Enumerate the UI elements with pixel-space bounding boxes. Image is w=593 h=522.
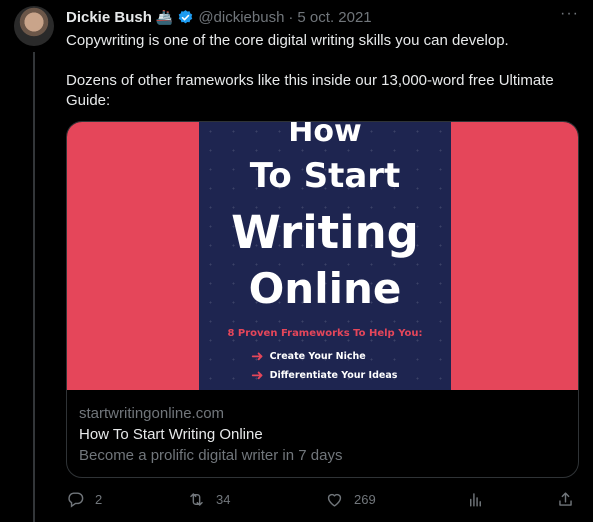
more-options-icon[interactable]: ··· xyxy=(560,5,579,23)
tweet-header: Dickie Bush 🚢 @dickiebush · 5 oct. 2021 xyxy=(66,7,593,27)
retweet-button[interactable]: 34 xyxy=(187,490,230,509)
author-name[interactable]: Dickie Bush xyxy=(66,9,152,26)
reply-count: 2 xyxy=(95,492,103,507)
tweet-date[interactable]: 5 oct. 2021 xyxy=(297,9,371,26)
link-card[interactable]: How To Start Writing Online 8 Proven Fra… xyxy=(66,121,579,478)
tweet-paragraph-2: Dozens of other frameworks like this ins… xyxy=(66,72,554,109)
card-title: How To Start Writing Online xyxy=(79,426,263,443)
retweet-icon xyxy=(190,493,203,506)
share-icon xyxy=(559,492,572,506)
tweet-text: Copywriting is one of the core digital w… xyxy=(66,31,576,111)
arrow-right-icon: ➜ xyxy=(251,347,264,365)
like-button[interactable]: 269 xyxy=(325,490,376,509)
book-cover: How To Start Writing Online 8 Proven Fra… xyxy=(199,122,451,390)
book-item-2: ➜ Differentiate Your Ideas xyxy=(251,366,398,384)
tweet-paragraph-1: Copywriting is one of the core digital w… xyxy=(66,32,509,49)
book-title-line-3: Writing xyxy=(231,206,419,259)
tweet-actions: 2 34 269 xyxy=(66,490,579,512)
views-button[interactable] xyxy=(466,490,495,509)
like-count: 269 xyxy=(354,492,376,507)
book-subtitle: 8 Proven Frameworks To Help You: xyxy=(227,328,423,339)
like-icon xyxy=(327,493,342,507)
book-title-line-4: Online xyxy=(248,264,402,313)
card-image[interactable]: How To Start Writing Online 8 Proven Fra… xyxy=(67,122,578,390)
thread-line xyxy=(33,52,35,522)
book-title-line-1: How xyxy=(288,122,362,149)
share-button[interactable] xyxy=(556,490,585,509)
avatar[interactable] xyxy=(14,6,54,46)
card-meta: startwritingonline.com How To Start Writ… xyxy=(79,403,566,466)
book-title-line-2: To Start xyxy=(249,156,401,196)
author-handle[interactable]: @dickiebush xyxy=(198,9,284,26)
card-description: Become a prolific digital writer in 7 da… xyxy=(79,447,343,464)
reply-button[interactable]: 2 xyxy=(66,490,102,509)
arrow-right-icon: ➜ xyxy=(251,366,264,384)
views-icon xyxy=(470,493,481,507)
ship-emoji-icon: 🚢 xyxy=(155,8,174,25)
book-item-1: ➜ Create Your Niche xyxy=(251,347,366,365)
separator-dot: · xyxy=(288,8,294,26)
retweet-count: 34 xyxy=(216,492,231,507)
verified-badge-icon xyxy=(179,9,193,23)
reply-icon xyxy=(68,492,84,508)
card-domain: startwritingonline.com xyxy=(79,405,225,422)
